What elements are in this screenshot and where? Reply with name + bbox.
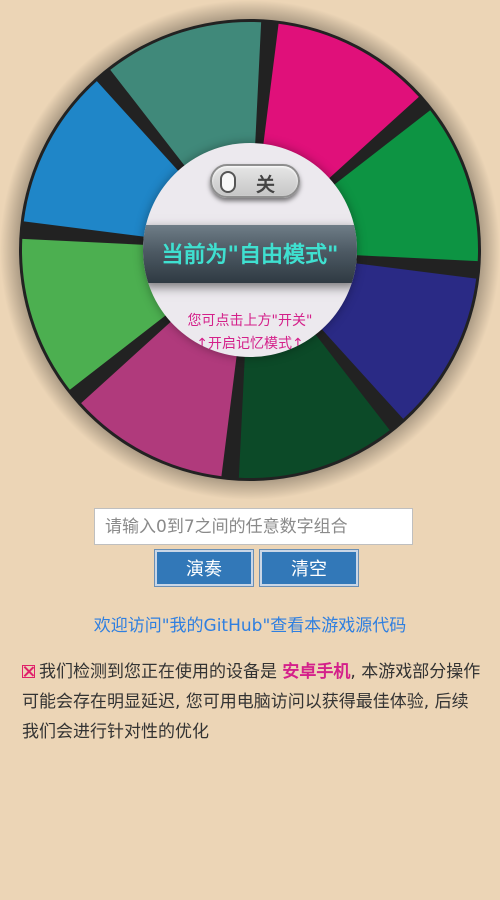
center-panel: 关 当前为"自由模式" 您可点击上方"开关" ↑开启记忆模式↑ (143, 143, 357, 357)
mode-hint-line2: ↑开启记忆模式↑ (196, 336, 304, 352)
clear-button[interactable]: 清空 (260, 550, 358, 586)
toggle-knob (220, 171, 236, 193)
note-wheel: 关 当前为"自由模式" 您可点击上方"开关" ↑开启记忆模式↑ (0, 0, 500, 520)
game-screen: 关 当前为"自由模式" 您可点击上方"开关" ↑开启记忆模式↑ 演奏 清空 欢迎… (0, 0, 500, 900)
github-link[interactable]: 欢迎访问"我的GitHub"查看本游戏源代码 (0, 611, 500, 636)
device-notice: 我们检测到您正在使用的设备是 安卓手机, 本游戏部分操作可能会存在明显延迟, 您… (22, 657, 484, 747)
mode-title: 当前为"自由模式" (161, 243, 339, 268)
memory-mode-toggle[interactable]: 关 (210, 164, 300, 198)
warning-icon (22, 665, 35, 678)
play-button[interactable]: 演奏 (155, 550, 253, 586)
note-sequence-input[interactable] (94, 508, 413, 545)
toggle-state-label: 关 (256, 174, 278, 196)
device-name: 安卓手机 (282, 662, 351, 682)
mode-hint-line1: 您可点击上方"开关" (187, 313, 313, 329)
notice-text-before: 我们检测到您正在使用的设备是 (39, 662, 283, 682)
